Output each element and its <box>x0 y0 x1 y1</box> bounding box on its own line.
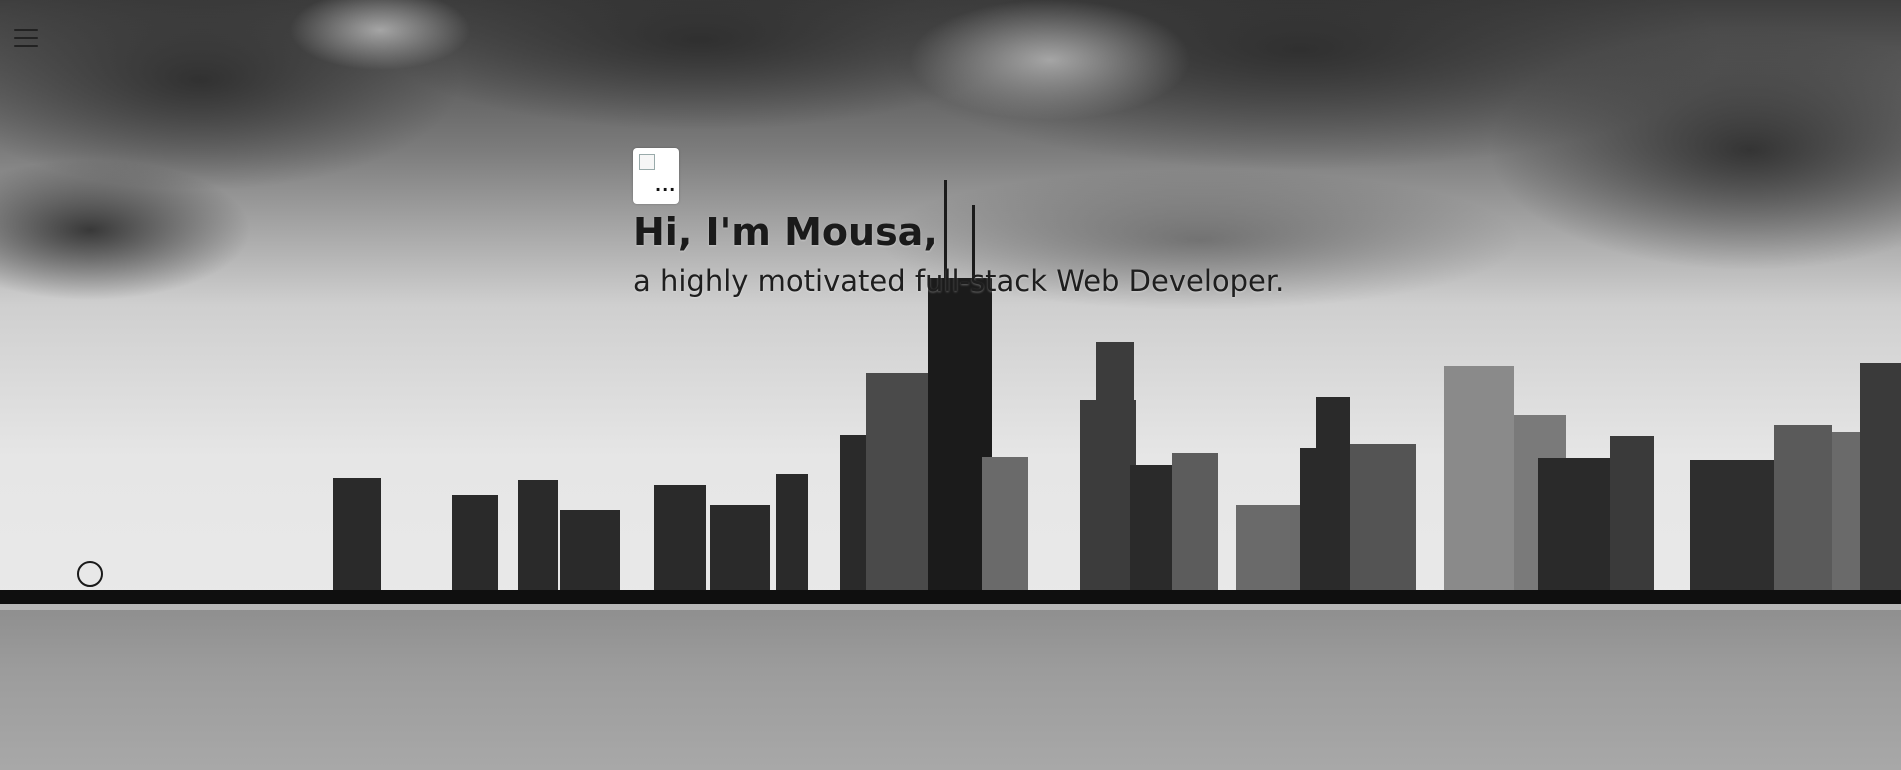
hero-section: ... Hi, I'm Mousa, a highly motivated fu… <box>0 0 1901 770</box>
avatar-alt-text: ... <box>655 176 677 195</box>
menu-button[interactable] <box>12 24 40 52</box>
intro-block: ... Hi, I'm Mousa, a highly motivated fu… <box>633 148 1284 298</box>
broken-image-icon <box>639 154 655 170</box>
hamburger-menu-icon <box>14 29 38 47</box>
greeting-heading: Hi, I'm Mousa, <box>633 210 938 254</box>
tagline-text: a highly motivated full-stack Web Develo… <box>633 264 1285 298</box>
city-skyline-background <box>0 0 1901 770</box>
profile-avatar: ... <box>633 148 679 204</box>
